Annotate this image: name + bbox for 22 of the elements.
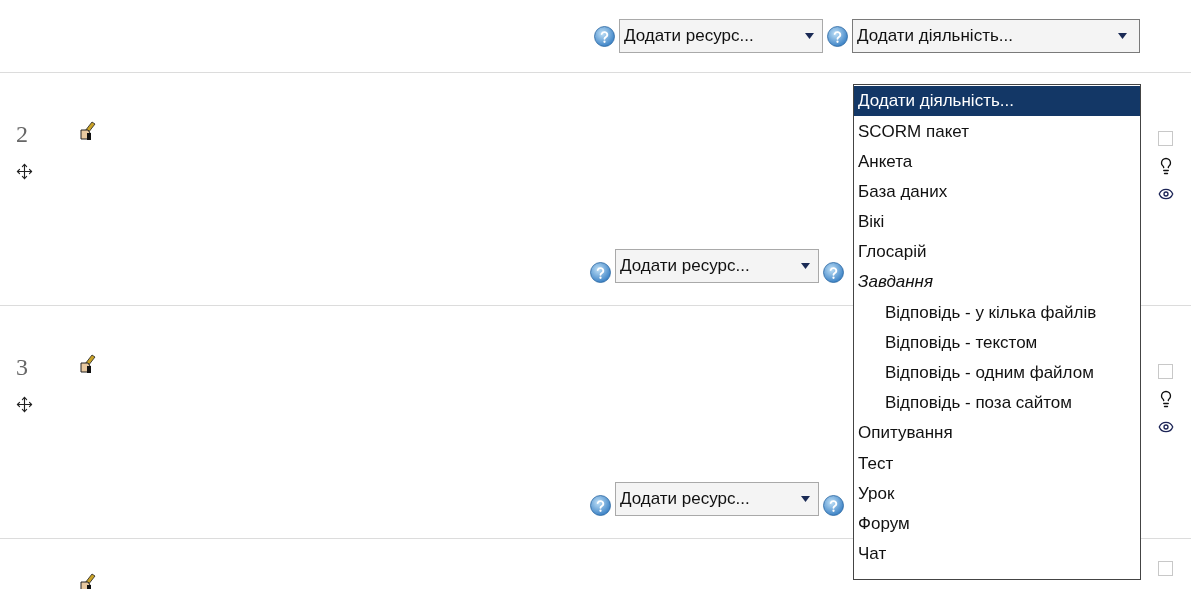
menu-option[interactable]: Відповідь - поза сайтом xyxy=(854,387,1140,419)
section-number: 2 xyxy=(16,121,29,147)
menu-option[interactable]: Відповідь - одним файлом xyxy=(854,357,1140,388)
menu-option[interactable]: База даних xyxy=(854,176,1140,207)
menu-option[interactable]: Відповідь - у кілька файлів xyxy=(854,297,1140,328)
menu-option[interactable]: Глосарій xyxy=(854,236,1140,268)
menu-option[interactable]: Додати діяльність... xyxy=(854,86,1140,117)
menu-option[interactable]: Тест xyxy=(854,448,1140,479)
resource-select[interactable]: Додати ресурс... xyxy=(619,19,823,53)
option-group-label: Завдання xyxy=(857,271,935,294)
menu-option[interactable]: Чат xyxy=(854,538,1140,569)
menu-option[interactable]: Опитування xyxy=(854,418,1140,449)
menu-option[interactable]: Вікі xyxy=(854,206,1140,237)
menu-option[interactable]: Урок xyxy=(854,478,1140,509)
resource-select[interactable]: Додати ресурс... xyxy=(615,249,819,283)
menu-option[interactable]: Відповідь - текстом xyxy=(854,327,1140,358)
menu-option[interactable]: Анкета xyxy=(854,146,1140,177)
activity-select[interactable]: Додати діяльність... xyxy=(852,19,1140,53)
resource-select[interactable]: Додати ресурс... xyxy=(615,482,819,516)
section-number: 3 xyxy=(16,354,29,380)
menu-option[interactable]: SCORM пакет xyxy=(854,116,1140,147)
menu-option[interactable]: Форум xyxy=(854,508,1140,539)
